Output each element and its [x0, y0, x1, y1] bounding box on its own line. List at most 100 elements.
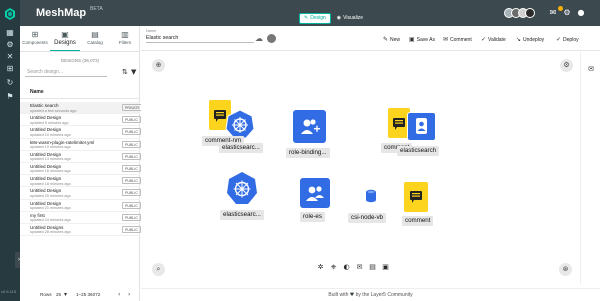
- list-item[interactable]: Untitled Design updated 18 minutes ago PUB…: [20, 175, 141, 188]
- save-as-button[interactable]: ▣ Save As: [409, 36, 435, 43]
- select-tool-icon[interactable]: ✲: [315, 262, 326, 273]
- visibility-badge[interactable]: PUBLIC: [122, 213, 141, 221]
- list-header-name[interactable]: Name: [20, 89, 140, 99]
- image-icon[interactable]: ▣: [380, 262, 391, 273]
- visibility-badge[interactable]: PUBLIC: [122, 177, 141, 185]
- list-item[interactable]: Untitled Design updated 14 minutes ago PUB…: [20, 151, 141, 163]
- rows-select-chevron-icon[interactable]: ▾: [64, 291, 67, 298]
- list-item[interactable]: Untitled Design updated 10 minutes ago PUB…: [20, 126, 141, 139]
- kubernetes-icon[interactable]: ⎈: [328, 262, 339, 273]
- settings-icon[interactable]: ⚙: [562, 8, 572, 18]
- list-item[interactable]: Untitled Design updated 16 minutes ago PUB…: [20, 163, 141, 176]
- previous-page-button[interactable]: ‹: [118, 291, 120, 298]
- design-canvas[interactable]: ⊕ ⚙ ⌕ ⊛ comment-nm elasticsearc... role-…: [141, 52, 580, 284]
- app-title: MeshMap: [36, 7, 87, 19]
- filter-icon[interactable]: ▼: [131, 68, 136, 76]
- design-list: Elastic search updated a few seconds ago P…: [20, 102, 143, 237]
- node-label[interactable]: csi-node-vb: [348, 213, 386, 223]
- dashboard-icon[interactable]: ▦: [5, 28, 15, 38]
- design-name: Untitled Design: [30, 176, 62, 182]
- list-item[interactable]: Elastic search updated a few seconds ago P…: [20, 102, 143, 115]
- tab-components[interactable]: ⊞ Components: [20, 26, 50, 51]
- elasticsearch-node-shape[interactable]: [225, 109, 255, 139]
- user-profile-icon[interactable]: ●: [576, 8, 586, 18]
- visibility-badge[interactable]: PUBLIC: [122, 152, 141, 160]
- list-item[interactable]: Untitled Design updated 21 minutes ago PUB…: [20, 200, 141, 212]
- role-binding-node-shape[interactable]: [293, 110, 326, 143]
- design-updated-time: updated 10 minutes ago: [30, 145, 71, 150]
- collaborator-avatars[interactable]: [504, 8, 535, 18]
- visibility-badge[interactable]: PUBLIC: [122, 116, 141, 124]
- new-label: New: [390, 36, 401, 43]
- sort-icon[interactable]: ⇅: [122, 68, 128, 76]
- bookmark-icon[interactable]: ⚑: [5, 92, 15, 102]
- lifecycle-icon[interactable]: ⚙: [5, 40, 15, 50]
- undeploy-button[interactable]: ↘ Undeploy: [516, 36, 544, 43]
- visibility-badge[interactable]: PUBLIC: [122, 128, 141, 136]
- filters-icon: ▥: [121, 30, 129, 39]
- canvas-settings-button[interactable]: ⚙: [560, 59, 573, 72]
- design-name: Untitled Design: [30, 115, 62, 121]
- design-search-input[interactable]: Search design...: [25, 67, 107, 77]
- cloud-sync-icon[interactable]: ☁: [255, 34, 263, 43]
- canvas-options-button[interactable]: ⊕: [152, 59, 165, 72]
- comment-panel-icon[interactable]: ✉: [586, 64, 596, 74]
- extensions-icon[interactable]: ↻: [5, 78, 15, 88]
- new-button[interactable]: ✎ New: [383, 36, 400, 43]
- elasticsearch-node-shape[interactable]: [407, 112, 436, 141]
- layers-button[interactable]: ⊛: [559, 263, 572, 276]
- visibility-badge[interactable]: PUBLIC: [122, 201, 141, 209]
- design-name: Untitled Design: [30, 163, 62, 169]
- shapes-icon[interactable]: ◐: [341, 262, 352, 273]
- list-item[interactable]: my first updated 24 minutes ago PUBLIC: [20, 212, 141, 224]
- visibility-badge[interactable]: PUBLIC: [122, 189, 141, 197]
- design-updated-time: updated 16 minutes ago: [30, 169, 71, 174]
- tab-label: Filters: [118, 40, 132, 45]
- comment-node-shape[interactable]: [404, 182, 428, 212]
- design-mode-button[interactable]: ✎ Design: [299, 13, 331, 24]
- right-tool-strip: ✉: [580, 52, 600, 284]
- meshery-logo-icon[interactable]: [4, 8, 16, 20]
- performance-icon[interactable]: ⊞: [5, 64, 15, 74]
- list-item[interactable]: Untitled Design updated 5 minutes ago PUBL…: [20, 114, 141, 127]
- comment-button[interactable]: ✉ Comment: [443, 36, 472, 43]
- rows-per-page-select[interactable]: 25: [56, 292, 61, 297]
- text-icon[interactable]: ▤: [367, 262, 378, 273]
- design-name-input[interactable]: Elastic search: [146, 34, 254, 43]
- owner-avatar[interactable]: [267, 34, 276, 43]
- visibility-badge[interactable]: PUBLIC: [122, 164, 141, 172]
- tab-designs[interactable]: ▣ Designs: [50, 26, 80, 51]
- design-name: k8s-wasm-plugin-ratelimiter.yml: [30, 139, 95, 145]
- list-item[interactable]: Untitled Design updated 20 minutes ago PUB…: [20, 187, 141, 200]
- visualize-mode-label: Visualize: [343, 15, 364, 21]
- avatar[interactable]: [525, 8, 535, 18]
- zoom-button[interactable]: ⌕: [152, 263, 165, 276]
- deploy-button[interactable]: ✓ Deploy: [556, 36, 579, 43]
- elasticsearch-node-shape[interactable]: [226, 171, 258, 205]
- role-node-shape[interactable]: [300, 178, 330, 208]
- configuration-icon[interactable]: ✕: [5, 52, 15, 62]
- list-item[interactable]: k8s-wasm-plugin-ratelimiter.yml updated 1…: [20, 139, 141, 151]
- visualize-mode-button[interactable]: ◉ Visualize: [333, 13, 367, 24]
- csi-node-shape[interactable]: [365, 189, 377, 203]
- visibility-badge[interactable]: PUBLIC: [122, 225, 141, 233]
- tab-catalog[interactable]: ▤ Catalog: [80, 26, 110, 51]
- node-label[interactable]: comment: [402, 216, 434, 226]
- catalog-icon: ▤: [91, 30, 99, 39]
- node-label[interactable]: elasticsearch: [397, 146, 440, 156]
- node-label[interactable]: role-binding...: [286, 148, 330, 158]
- next-page-button[interactable]: ›: [128, 291, 130, 298]
- node-label[interactable]: elasticsearc...: [219, 143, 263, 153]
- node-label[interactable]: elasticsearc...: [220, 210, 264, 220]
- design-name: Untitled Design: [30, 127, 62, 133]
- list-item[interactable]: Untitled Designs updated 28 minutes ago PU…: [20, 224, 141, 237]
- visibility-badge[interactable]: PRIVATE: [122, 104, 143, 111]
- visibility-badge[interactable]: PUBLIC: [122, 140, 141, 148]
- tab-filters[interactable]: ▥ Filters: [110, 26, 140, 51]
- design-name: Untitled Designs: [30, 224, 64, 230]
- app-root: ▦ ⚙ ✕ ⊞ ↻ ⚑ › v0.6.115 MeshMap BETA ✎ De…: [0, 0, 600, 301]
- notifications-icon[interactable]: ✉: [548, 8, 558, 18]
- validate-button[interactable]: ✓ Validate: [481, 36, 506, 43]
- node-label[interactable]: role-es: [300, 212, 325, 222]
- chat-icon[interactable]: ✉: [354, 262, 365, 273]
